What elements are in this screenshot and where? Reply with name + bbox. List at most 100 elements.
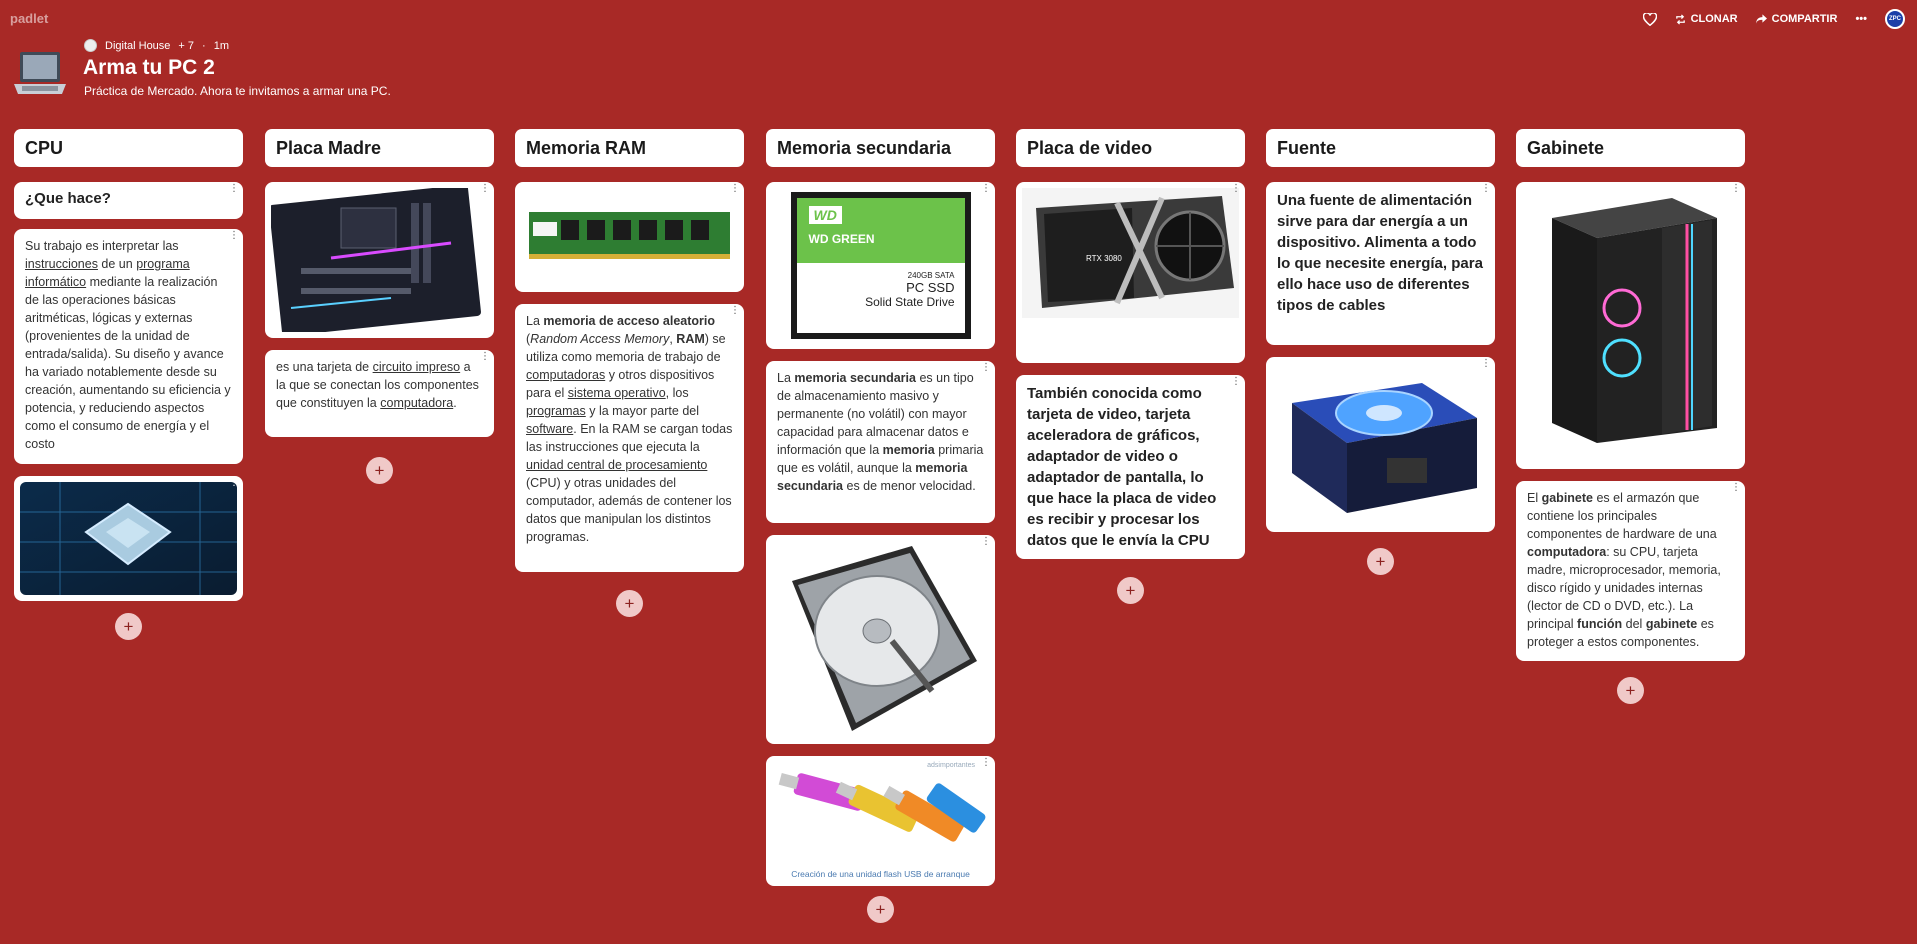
- top-actions: CLONAR COMPARTIR ••• ZPC: [1642, 9, 1905, 29]
- post-card[interactable]: ⋮: [1266, 357, 1495, 532]
- gpu-label: RTX 3080: [1086, 254, 1122, 263]
- post-card[interactable]: ⋮ También conocida como tarjeta de video…: [1016, 375, 1245, 559]
- post-body: es una tarjeta de circuito impreso a la …: [276, 358, 483, 412]
- text: y la mayor parte del: [585, 404, 699, 418]
- author-avatar: [84, 39, 97, 52]
- link[interactable]: software: [526, 422, 573, 436]
- column-title[interactable]: Memoria RAM: [515, 129, 744, 167]
- post-card[interactable]: ⋮: [766, 535, 995, 744]
- clone-button[interactable]: CLONAR: [1675, 13, 1738, 25]
- post-body: La memoria secundaria es un tipo de alma…: [777, 369, 984, 495]
- post-card[interactable]: ⋮: [1516, 182, 1745, 469]
- text: es de menor velocidad.: [843, 479, 976, 493]
- column-memoria-secundaria: Memoria secundaria ⋮ WD WD GREEN 240GB S…: [766, 129, 995, 923]
- post-card[interactable]: ⋮ El gabinete es el armazón que contiene…: [1516, 481, 1745, 661]
- updated-time: 1m: [213, 39, 229, 52]
- share-arrow-icon: [1755, 14, 1767, 24]
- post-card[interactable]: ⋮ Una fuente de alimentación sirve para …: [1266, 182, 1495, 345]
- post-card[interactable]: ⋮ La memoria secundaria es un tipo de al…: [766, 361, 995, 523]
- post-menu-icon[interactable]: ⋮: [1731, 184, 1741, 199]
- post-menu-icon[interactable]: ⋮: [480, 184, 490, 199]
- text: Su trabajo es interpretar las: [25, 239, 179, 253]
- padlet-logo[interactable]: padlet: [10, 11, 48, 26]
- top-bar: padlet CLONAR COMPARTIR ••• ZPC: [0, 0, 1917, 40]
- post-card[interactable]: ⋮ adsimportantes Creación de una unidad …: [766, 756, 995, 886]
- post-menu-icon[interactable]: ⋮: [981, 758, 991, 773]
- ram-stick-image: [529, 212, 730, 259]
- post-menu-icon[interactable]: ⋮: [981, 184, 991, 199]
- bold-text: computadora: [1527, 545, 1607, 559]
- add-post-button[interactable]: +: [115, 613, 142, 640]
- text: , los: [665, 386, 689, 400]
- ssd-brand: WD: [808, 206, 842, 224]
- post-card[interactable]: ⋮: [515, 182, 744, 292]
- post-card[interactable]: ⋮ RTX 3080: [1016, 182, 1245, 363]
- bold-text: memoria: [882, 443, 935, 457]
- column-title[interactable]: Memoria secundaria: [766, 129, 995, 167]
- share-label: COMPARTIR: [1771, 13, 1838, 25]
- post-menu-icon[interactable]: ⋮: [730, 184, 740, 199]
- pc-case-image: [1552, 198, 1717, 443]
- separator-dot: ·: [202, 39, 206, 52]
- add-post-button[interactable]: +: [1617, 677, 1644, 704]
- post-menu-icon[interactable]: ⋮: [229, 184, 239, 199]
- add-post-button[interactable]: +: [1117, 577, 1144, 604]
- column-fuente: Fuente ⋮ Una fuente de alimentación sirv…: [1266, 129, 1495, 575]
- link[interactable]: circuito impreso: [373, 360, 461, 374]
- post-menu-icon[interactable]: ⋮: [1231, 377, 1241, 392]
- link[interactable]: programas: [526, 404, 586, 418]
- post-menu-icon[interactable]: ⋮: [1731, 483, 1741, 498]
- text: La: [777, 371, 795, 385]
- post-card[interactable]: ⋮ es una tarjeta de circuito impreso a l…: [265, 350, 494, 437]
- link[interactable]: computadoras: [526, 368, 605, 382]
- author-name[interactable]: Digital House: [105, 40, 170, 52]
- cpu-chip-image: [20, 482, 237, 595]
- post-card[interactable]: ⋮: [265, 182, 494, 338]
- column-title[interactable]: Fuente: [1266, 129, 1495, 167]
- power-supply-image: [1292, 383, 1477, 513]
- gpu-image: [1022, 188, 1239, 318]
- usb-watermark: adsimportantes: [927, 762, 975, 769]
- bold-text: memoria secundaria: [794, 371, 916, 385]
- user-avatar[interactable]: ZPC: [1885, 9, 1905, 29]
- post-menu-icon[interactable]: ⋮: [229, 478, 239, 493]
- link[interactable]: instrucciones: [25, 257, 98, 271]
- like-button[interactable]: [1642, 12, 1657, 26]
- bold-text: gabinete: [1645, 617, 1698, 631]
- hard-drive-image: [792, 546, 977, 731]
- post-menu-icon[interactable]: ⋮: [1231, 184, 1241, 199]
- text: es una tarjeta de: [276, 360, 373, 374]
- post-card[interactable]: ⋮: [14, 476, 243, 601]
- post-card[interactable]: ⋮ La memoria de acceso aleatorio (Random…: [515, 304, 744, 572]
- link[interactable]: unidad central de procesamiento: [526, 458, 707, 472]
- add-post-button[interactable]: +: [616, 590, 643, 617]
- post-menu-icon[interactable]: ⋮: [480, 352, 490, 367]
- add-post-button[interactable]: +: [1367, 548, 1394, 575]
- text: El: [1527, 491, 1542, 505]
- share-button[interactable]: COMPARTIR: [1755, 13, 1838, 25]
- add-post-button[interactable]: +: [867, 896, 894, 923]
- post-menu-icon[interactable]: ⋮: [229, 231, 239, 246]
- column-placa-madre: Placa Madre ⋮ ⋮ es una tarjeta de circui…: [265, 129, 494, 484]
- column-title[interactable]: Placa Madre: [265, 129, 494, 167]
- post-card[interactable]: ⋮ ¿Que hace?: [14, 182, 243, 219]
- post-menu-icon[interactable]: ⋮: [1481, 359, 1491, 374]
- column-title[interactable]: Gabinete: [1516, 129, 1745, 167]
- heart-icon: [1642, 12, 1657, 26]
- column-title[interactable]: Placa de video: [1016, 129, 1245, 167]
- link[interactable]: computadora: [380, 396, 453, 410]
- post-menu-icon[interactable]: ⋮: [1481, 184, 1491, 199]
- link[interactable]: sistema operativo: [568, 386, 666, 400]
- bold-text: función: [1577, 617, 1623, 631]
- post-menu-icon[interactable]: ⋮: [981, 537, 991, 552]
- post-card[interactable]: ⋮ Su trabajo es interpretar las instrucc…: [14, 229, 243, 464]
- post-menu-icon[interactable]: ⋮: [981, 363, 991, 378]
- add-post-button[interactable]: +: [366, 457, 393, 484]
- more-options-button[interactable]: •••: [1855, 13, 1867, 25]
- post-body: La memoria de acceso aleatorio (Random A…: [526, 312, 733, 546]
- post-menu-icon[interactable]: ⋮: [730, 306, 740, 321]
- board-title: Arma tu PC 2: [83, 56, 215, 79]
- column-title[interactable]: CPU: [14, 129, 243, 167]
- post-body: También conocida como tarjeta de video, …: [1027, 385, 1217, 549]
- post-card[interactable]: ⋮ WD WD GREEN 240GB SATA PC SSD Solid St…: [766, 182, 995, 349]
